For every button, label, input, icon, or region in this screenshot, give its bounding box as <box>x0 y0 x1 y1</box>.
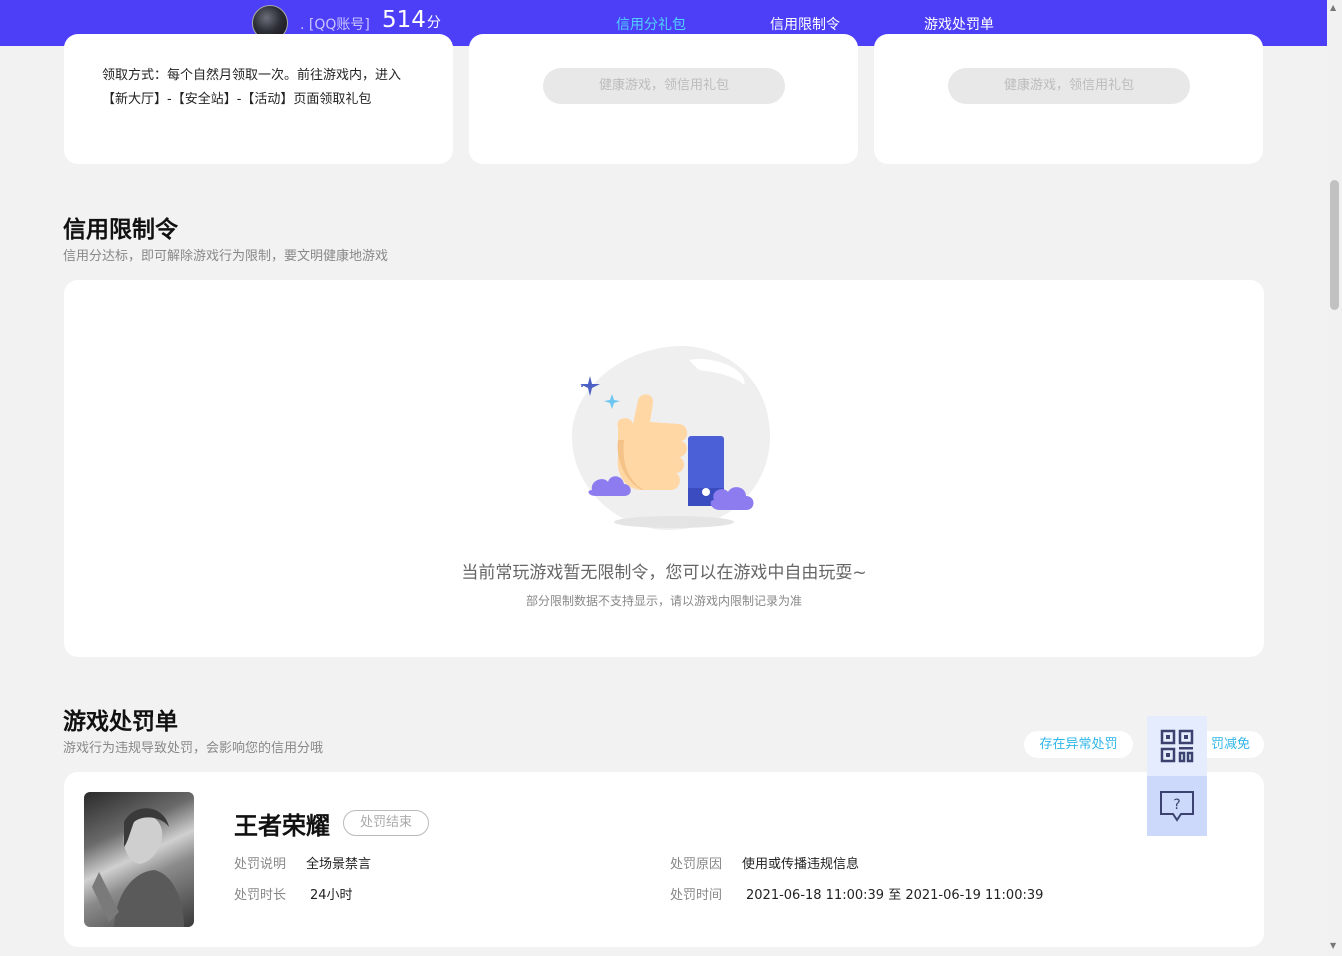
penalty-time-value: 2021-06-18 11:00:39 至 2021-06-19 11:00:3… <box>746 888 1044 903</box>
penalty-section-title: 游戏处罚单 <box>63 709 178 735</box>
penalty-time-label: 处罚时间 <box>670 888 723 903</box>
penalty-reason-label: 处罚原因 <box>670 857 723 872</box>
gift-claim-description: 领取方式：每个自然月领取一次。前往游戏内，进入【新大厅】-【安全站】-【活动】页… <box>102 68 402 107</box>
report-abnormal-penalty-button[interactable]: 存在异常处罚 <box>1024 731 1133 758</box>
penalty-desc-label: 处罚说明 <box>234 857 287 872</box>
gift-card-2: 健康游戏，领信用礼包 <box>469 34 858 164</box>
penalty-desc-value: 全场景禁言 <box>306 857 372 872</box>
status-badge: 处罚结束 <box>343 810 429 836</box>
hero-portrait-icon <box>92 808 184 927</box>
scroll-down-icon[interactable]: ▼ <box>1330 941 1336 950</box>
empty-state-note: 部分限制数据不支持显示，请以游戏内限制记录为准 <box>525 594 802 608</box>
tab-game-penalty[interactable]: 游戏处罚单 <box>924 14 994 34</box>
score-value: 514 <box>382 7 426 33</box>
qr-code-button[interactable] <box>1147 716 1207 776</box>
qr-code-icon <box>1160 729 1194 763</box>
penalty-duration-label: 处罚时长 <box>234 888 287 903</box>
empty-state-message: 当前常玩游戏暂无限制令，您可以在游戏中自由玩耍~ <box>461 563 867 583</box>
restriction-section-title: 信用限制令 <box>63 217 178 243</box>
penalty-duration-value: 24小时 <box>310 888 353 903</box>
penalty-reason-value: 使用或传播违规信息 <box>742 857 860 872</box>
game-name: 王者荣耀 <box>234 812 330 840</box>
scrollbar-thumb[interactable] <box>1330 180 1339 310</box>
game-cover-image <box>84 792 194 927</box>
vertical-scrollbar[interactable]: ▲ ▼ <box>1327 0 1342 956</box>
gift-card-1: 领取方式：每个自然月领取一次。前往游戏内，进入【新大厅】-【安全站】-【活动】页… <box>64 34 453 164</box>
svg-text:?: ? <box>1173 797 1180 813</box>
tab-credit-gift[interactable]: 信用分礼包 <box>616 14 686 46</box>
thumbs-up-illustration-icon <box>571 345 771 530</box>
gift-card-3: 健康游戏，领信用礼包 <box>874 34 1263 164</box>
credit-score: 514分 <box>382 7 441 33</box>
score-unit: 分 <box>426 15 441 31</box>
help-feedback-button[interactable]: ? <box>1147 776 1207 836</box>
claim-gift-button[interactable]: 健康游戏，领信用礼包 <box>543 68 785 104</box>
help-chat-icon: ? <box>1160 791 1194 822</box>
penalty-record-card: 王者荣耀 处罚结束 处罚说明 全场景禁言 处罚时长 24小时 处罚原因 使用或传… <box>64 772 1264 947</box>
account-label: . [QQ账号] <box>300 17 370 33</box>
scroll-up-icon[interactable]: ▲ <box>1330 3 1336 12</box>
claim-gift-button[interactable]: 健康游戏，领信用礼包 <box>948 68 1190 104</box>
restriction-empty-card: 当前常玩游戏暂无限制令，您可以在游戏中自由玩耍~ 部分限制数据不支持显示，请以游… <box>64 280 1264 657</box>
tab-credit-restriction[interactable]: 信用限制令 <box>770 14 840 34</box>
restriction-section-subtitle: 信用分达标，即可解除游戏行为限制，要文明健康地游戏 <box>63 249 389 264</box>
penalty-section-subtitle: 游戏行为违规导致处罚，会影响您的信用分哦 <box>63 741 324 756</box>
